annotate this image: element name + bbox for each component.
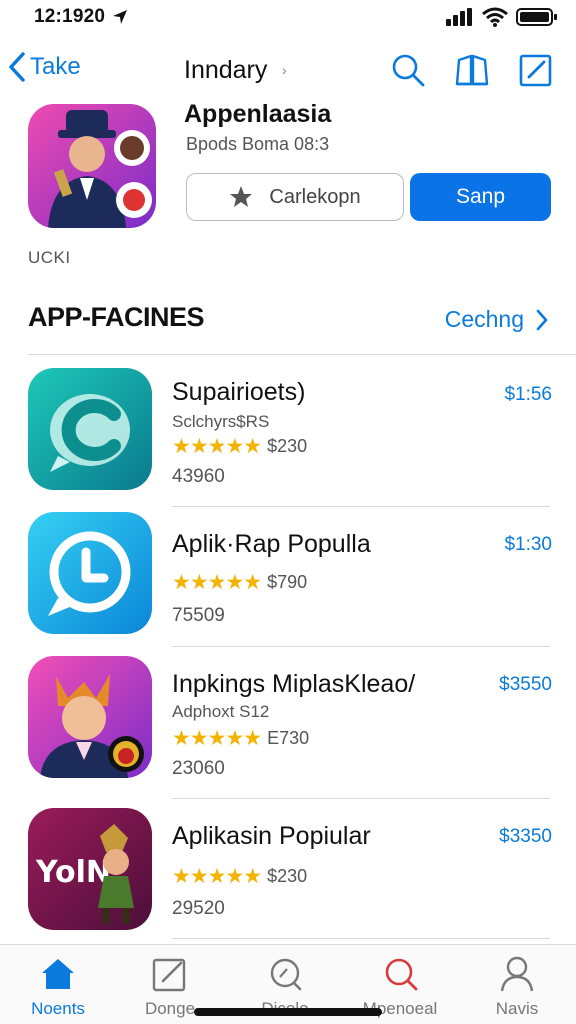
status-bar: 12:1920 bbox=[0, 0, 576, 34]
divider bbox=[172, 798, 550, 799]
see-all-link[interactable]: Cechng bbox=[445, 306, 548, 333]
app-count: 29520 bbox=[172, 898, 225, 919]
app-price[interactable]: $1:56 bbox=[504, 384, 552, 406]
app-name: Aplik·Rap Populla bbox=[172, 530, 371, 558]
nav-bar: Take Inndary › bbox=[0, 48, 576, 94]
app-count: 75509 bbox=[172, 605, 225, 626]
rating-stars: ★★★★★ bbox=[172, 865, 262, 888]
featured-app: Appenlaasia Bpods Boma 08:3 Carlekopn Sa… bbox=[0, 100, 576, 240]
tab-label: Navis bbox=[495, 999, 539, 1018]
app-icon-text: YolN bbox=[35, 855, 111, 890]
app-developer: Sclchyrs$RS bbox=[172, 412, 270, 431]
battery-icon bbox=[516, 8, 557, 26]
chevron-left-icon bbox=[9, 52, 25, 82]
app-rating: ★★★★★ $230 bbox=[172, 434, 307, 459]
rating-value: $790 bbox=[267, 572, 308, 592]
app-name: Inpkings MiplasKleao/ bbox=[172, 670, 416, 698]
back-button[interactable]: Take bbox=[8, 52, 81, 82]
home-icon bbox=[42, 959, 74, 989]
wishlist-button-label: Carlekopn bbox=[269, 185, 361, 208]
app-price[interactable]: $1:30 bbox=[504, 534, 552, 556]
app-price[interactable]: $3350 bbox=[499, 826, 552, 848]
wifi-icon bbox=[482, 7, 508, 27]
chevron-right-icon bbox=[536, 309, 548, 330]
divider bbox=[28, 354, 576, 355]
compose-icon[interactable] bbox=[518, 52, 554, 88]
rating-stars: ★★★★★ bbox=[172, 571, 262, 594]
app-count: 43960 bbox=[172, 466, 225, 487]
featured-app-icon[interactable] bbox=[28, 104, 156, 228]
app-icon bbox=[28, 368, 152, 490]
featured-app-title: Appenlaasia bbox=[184, 100, 332, 128]
status-icons bbox=[446, 7, 558, 27]
tab-home[interactable]: Noents bbox=[3, 955, 113, 1019]
app-icon: YolN bbox=[28, 808, 152, 930]
app-count: 23060 bbox=[172, 758, 225, 779]
rating-value: $230 bbox=[267, 866, 308, 886]
get-button[interactable]: Sanp bbox=[410, 173, 551, 221]
nav-title: Inndary bbox=[184, 56, 268, 84]
app-rating: ★★★★★ $230 bbox=[172, 864, 307, 889]
rating-stars: ★★★★★ bbox=[172, 727, 262, 750]
nav-title-chevron: › bbox=[282, 62, 287, 78]
rating-value: E730 bbox=[267, 728, 310, 748]
back-label: Take bbox=[30, 53, 81, 80]
section-title: APP-FACINES bbox=[28, 302, 205, 332]
get-button-label: Sanp bbox=[455, 185, 506, 208]
app-developer: Adphoxt S12 bbox=[172, 702, 270, 721]
app-icon bbox=[28, 656, 152, 778]
small-label: UCKI bbox=[28, 248, 71, 267]
location-arrow-icon bbox=[113, 10, 127, 24]
rating-value: $230 bbox=[267, 436, 308, 456]
see-all-label: Cechng bbox=[444, 306, 524, 332]
app-row[interactable]: Aplik·Rap Populla ★★★★★ $790 75509 $1:30 bbox=[0, 512, 576, 647]
app-name: Supairioets) bbox=[172, 378, 306, 406]
signal-icon bbox=[446, 8, 472, 26]
status-time: 12:1920 bbox=[34, 6, 106, 27]
tab-profile[interactable]: Navis bbox=[462, 955, 572, 1019]
featured-app-subtitle: Bpods Boma 08:3 bbox=[186, 134, 330, 154]
book-icon[interactable] bbox=[454, 52, 490, 88]
home-indicator bbox=[194, 1008, 382, 1016]
divider bbox=[172, 506, 550, 507]
app-icon bbox=[28, 512, 152, 634]
star-icon bbox=[230, 186, 253, 207]
app-rating: ★★★★★ E730 bbox=[172, 726, 309, 751]
divider bbox=[172, 938, 550, 939]
app-rating: ★★★★★ $790 bbox=[172, 570, 307, 595]
search-icon[interactable] bbox=[390, 52, 426, 88]
app-price[interactable]: $3550 bbox=[499, 674, 552, 696]
tab-label: Noents bbox=[31, 999, 85, 1018]
divider bbox=[172, 646, 550, 647]
search-red-icon bbox=[385, 958, 418, 991]
edit-icon bbox=[152, 958, 186, 992]
app-row[interactable]: YolN Aplikasin Popiular ★★★★★ $230 29520… bbox=[0, 808, 576, 943]
rating-stars: ★★★★★ bbox=[172, 435, 262, 458]
search-icon bbox=[270, 958, 302, 991]
app-row[interactable]: Inpkings MiplasKleao/ Adphoxt S12 ★★★★★ … bbox=[0, 656, 576, 791]
wishlist-button[interactable]: Carlekopn bbox=[186, 173, 404, 221]
app-name: Aplikasin Popiular bbox=[172, 822, 371, 850]
profile-icon bbox=[500, 956, 534, 992]
app-row[interactable]: Supairioets) Sclchyrs$RS ★★★★★ $230 4396… bbox=[0, 368, 576, 503]
